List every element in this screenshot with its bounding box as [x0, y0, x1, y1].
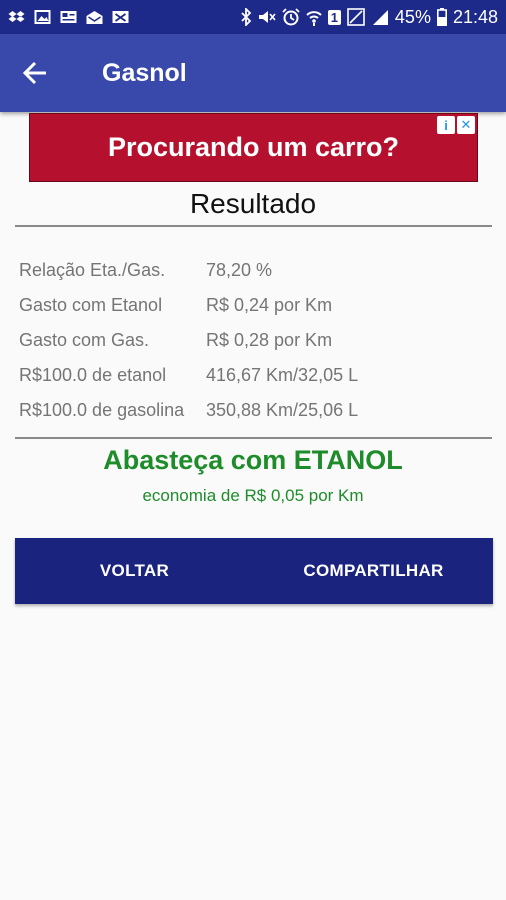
divider-bottom [15, 437, 492, 439]
divider-top [15, 225, 492, 227]
clock: 21:48 [452, 6, 498, 27]
back-action-button[interactable]: VOLTAR [15, 538, 254, 604]
mail-x-icon [112, 11, 129, 23]
share-button[interactable]: COMPARTILHAR [254, 538, 493, 604]
battery-percent: 45% [394, 6, 431, 27]
row-value: R$ 0,24 por Km [206, 295, 333, 315]
row-value: 350,88 Km/25,06 L [206, 400, 359, 420]
system-status: 1 45% 21:48 [240, 7, 498, 28]
sim-icon: 1 [327, 9, 341, 25]
row-label: R$100.0 de etanol [19, 365, 167, 385]
ad-close-icon[interactable]: ✕ [457, 116, 475, 134]
ad-info-icon[interactable]: i [437, 116, 455, 134]
wifi-icon [305, 11, 322, 26]
result-row: R$100.0 de gasolina 350,88 Km/25,06 L [19, 393, 358, 428]
dropbox-icon [8, 11, 25, 22]
arrow-back-icon [22, 61, 46, 85]
ad-badges: i ✕ [437, 116, 475, 134]
ad-text: Procurando um carro? [107, 132, 400, 162]
row-value: R$ 0,28 por Km [206, 330, 333, 350]
row-label: R$100.0 de gasolina [19, 400, 185, 420]
alarm-icon [282, 8, 300, 26]
signal-icon [372, 10, 388, 25]
row-label: Relação Eta./Gas. [19, 260, 166, 280]
economy-text: economia de R$ 0,05 por Km [142, 486, 364, 505]
row-value: 78,20 % [206, 260, 273, 280]
row-label: Gasto com Gas. [19, 330, 150, 350]
ad-banner[interactable]: Procurando um carro? i ✕ [29, 113, 478, 182]
gallery-icon [34, 10, 51, 24]
battery-icon [436, 8, 447, 26]
result-row: Gasto com Gas. R$ 0,28 por Km [19, 323, 358, 358]
mail-open-icon [86, 11, 103, 24]
back-button[interactable] [5, 43, 65, 103]
news-icon [60, 11, 77, 23]
app-title: Gasnol [102, 58, 187, 87]
bluetooth-icon [241, 8, 251, 26]
result-title: Resultado [189, 188, 317, 219]
row-label: Gasto com Etanol [19, 295, 163, 315]
row-value: 416,67 Km/32,05 L [206, 365, 359, 385]
no-signal-icon [347, 8, 365, 26]
mute-icon [258, 11, 276, 23]
verdict-text: Abasteça com ETANOL [103, 445, 403, 475]
notification-icons [8, 10, 129, 24]
status-bar: 1 45% 21:48 [0, 0, 506, 34]
result-row: Relação Eta./Gas. 78,20 % [19, 253, 358, 288]
result-row: R$100.0 de etanol 416,67 Km/32,05 L [19, 358, 358, 393]
action-bar: VOLTAR COMPARTILHAR [15, 538, 493, 604]
result-list: Relação Eta./Gas. 78,20 % Gasto com Etan… [19, 253, 358, 428]
app-bar: Gasnol [0, 34, 506, 112]
result-row: Gasto com Etanol R$ 0,24 por Km [19, 288, 358, 323]
